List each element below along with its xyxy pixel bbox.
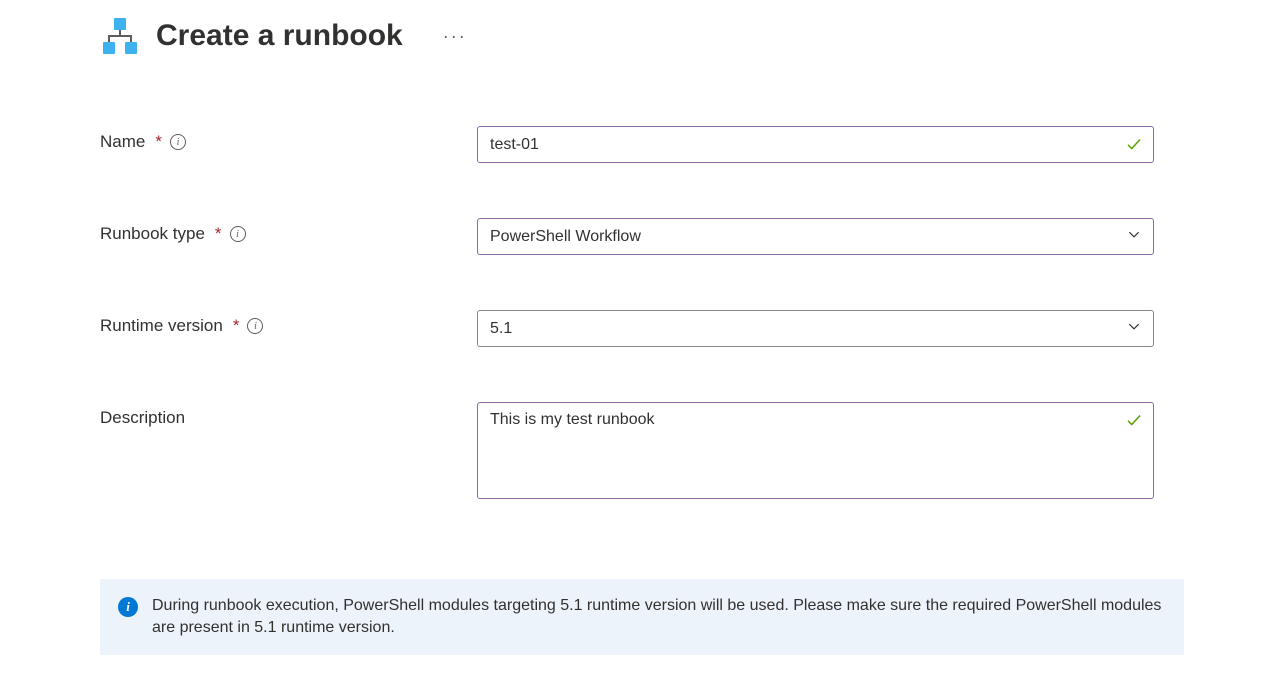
- name-row: Name * i: [100, 126, 1184, 163]
- runtime-version-value: 5.1: [478, 311, 1153, 346]
- name-input[interactable]: [478, 127, 1153, 162]
- runbook-icon: [100, 16, 140, 56]
- info-icon[interactable]: i: [247, 318, 263, 334]
- name-label-text: Name: [100, 132, 145, 152]
- runbook-type-label-text: Runbook type: [100, 224, 205, 244]
- required-indicator: *: [215, 224, 222, 244]
- runtime-version-label: Runtime version * i: [100, 310, 477, 336]
- more-actions-button[interactable]: ···: [443, 26, 467, 47]
- runtime-version-row: Runtime version * i 5.1: [100, 310, 1184, 347]
- required-indicator: *: [233, 316, 240, 336]
- runbook-type-select[interactable]: PowerShell Workflow: [477, 218, 1154, 255]
- description-row: Description: [100, 402, 1184, 499]
- info-banner-text: During runbook execution, PowerShell mod…: [152, 595, 1166, 639]
- name-label: Name * i: [100, 126, 477, 152]
- description-label: Description: [100, 402, 477, 428]
- description-input-wrapper: [477, 402, 1154, 499]
- runtime-version-select[interactable]: 5.1: [477, 310, 1154, 347]
- description-label-text: Description: [100, 408, 185, 428]
- info-icon[interactable]: i: [230, 226, 246, 242]
- runbook-type-value: PowerShell Workflow: [478, 219, 1153, 254]
- page-header: Create a runbook ···: [100, 16, 1184, 56]
- info-icon[interactable]: i: [170, 134, 186, 150]
- description-input[interactable]: [478, 403, 1153, 493]
- page-title: Create a runbook: [156, 19, 403, 53]
- runbook-type-row: Runbook type * i PowerShell Workflow: [100, 218, 1184, 255]
- name-input-wrapper: [477, 126, 1154, 163]
- required-indicator: *: [155, 132, 162, 152]
- info-banner-icon: i: [118, 597, 138, 617]
- runtime-version-label-text: Runtime version: [100, 316, 223, 336]
- info-banner: i During runbook execution, PowerShell m…: [100, 579, 1184, 655]
- runbook-type-label: Runbook type * i: [100, 218, 477, 244]
